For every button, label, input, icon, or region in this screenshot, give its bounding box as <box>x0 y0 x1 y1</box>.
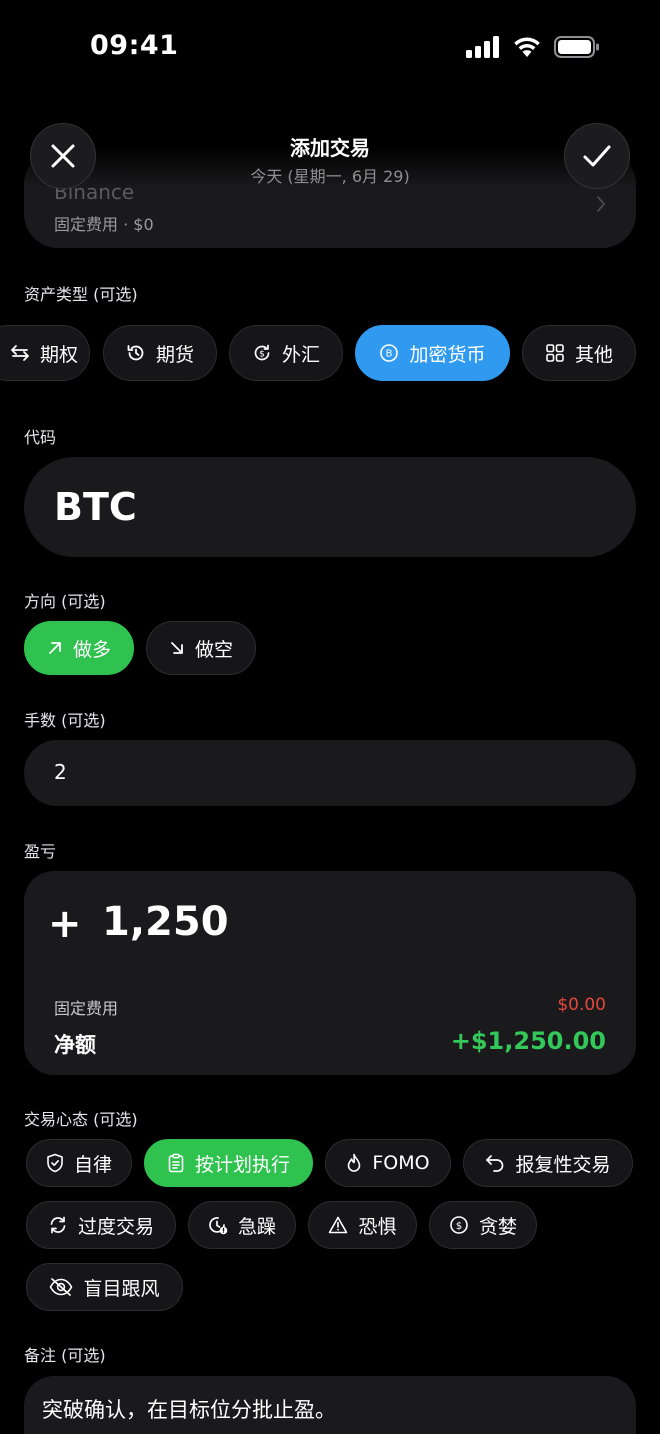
net-value: +$1,250.00 <box>450 1027 606 1055</box>
asset-chip-crypto[interactable]: B 加密货币 <box>355 325 510 381</box>
direction-short-button[interactable]: 做空 <box>146 621 256 675</box>
arrow-up-right-icon <box>49 642 61 654</box>
clipboard-list-icon <box>168 1153 184 1173</box>
asset-chip-forex[interactable]: $ 外汇 <box>229 325 343 381</box>
net-label: 净额 <box>54 1033 96 1057</box>
ticker-input[interactable]: BTC <box>24 457 636 557</box>
battery-icon <box>554 36 599 58</box>
wifi-icon <box>514 37 540 57</box>
emotion-chip-label: 盲目跟风 <box>83 1277 160 1300</box>
emotion-chip-label: 贪婪 <box>478 1215 517 1238</box>
emotion-chip-herd[interactable]: 盲目跟风 <box>26 1263 183 1311</box>
asset-chip-futures[interactable]: 期货 <box>103 325 217 381</box>
undo-arrow-icon <box>486 1155 504 1172</box>
status-time: 09:41 <box>90 30 179 61</box>
nav-header: 添加交易 今天 (星期一, 6月 29) <box>0 132 660 187</box>
asset-chip-label: 其他 <box>574 343 613 366</box>
flame-icon <box>348 1153 361 1172</box>
cellular-signal-icon <box>466 36 499 58</box>
confirm-button[interactable] <box>564 123 630 189</box>
refresh-icon <box>50 1216 66 1234</box>
svg-text:$: $ <box>259 350 265 360</box>
warning-triangle-icon <box>329 1216 348 1234</box>
direction-long-label: 做多 <box>72 638 111 661</box>
emotion-label: 交易心态 (可选) <box>24 1110 138 1129</box>
shield-check-icon <box>47 1153 63 1173</box>
page-subtitle: 今天 (星期一, 6月 29) <box>250 167 410 186</box>
fee-value: $0.00 <box>557 995 606 1015</box>
pnl-card: + 1,250 固定费用 $0.00 净额 +$1,250.00 <box>24 871 636 1075</box>
emotion-chip-label: 恐惧 <box>358 1215 397 1238</box>
emotion-chip-fear[interactable]: 恐惧 <box>308 1201 417 1249</box>
pnl-label: 盈亏 <box>24 842 57 861</box>
emotion-chip-revenge[interactable]: 报复性交易 <box>463 1139 633 1187</box>
swap-arrows-icon <box>11 345 29 361</box>
emotion-chip-label: 报复性交易 <box>515 1153 611 1176</box>
asset-chip-label: 外汇 <box>281 343 320 366</box>
account-fee: 固定费用 · $0 <box>54 215 154 234</box>
page-title: 添加交易 <box>290 136 370 160</box>
asset-chip-other[interactable]: 其他 <box>522 325 636 381</box>
quantity-label: 手数 (可选) <box>24 711 106 730</box>
status-icons <box>466 36 600 58</box>
arrow-down-right-icon <box>171 642 183 654</box>
emotion-chip-label: 按计划执行 <box>194 1153 290 1176</box>
asset-chip-options[interactable]: 期权 <box>0 325 90 381</box>
emotion-chip-greed[interactable]: $ 贪婪 <box>429 1201 537 1249</box>
pnl-amount-input[interactable]: 1,250 <box>102 899 229 945</box>
ticker-value: BTC <box>54 485 137 529</box>
svg-text:B: B <box>386 349 393 360</box>
emotion-chip-label: 急躁 <box>237 1215 276 1238</box>
emotion-chip-label: FOMO <box>372 1152 430 1174</box>
emotion-chip-label: 自律 <box>73 1153 112 1176</box>
asset-chip-label: 期货 <box>155 343 194 366</box>
svg-text:$: $ <box>456 1221 462 1232</box>
asset-chip-label: 加密货币 <box>409 343 486 366</box>
notes-value: 突破确认，在目标位分批止盈。 <box>42 1398 336 1422</box>
direction-long-button[interactable]: 做多 <box>24 621 134 675</box>
emotion-chip-discipline[interactable]: 自律 <box>26 1139 132 1187</box>
emotion-chip-label: 过度交易 <box>77 1215 154 1238</box>
direction-short-label: 做空 <box>194 638 233 661</box>
status-bar: 09:41 <box>0 0 660 96</box>
history-icon <box>127 345 144 361</box>
emotion-chip-impatient[interactable]: 急躁 <box>188 1201 296 1249</box>
eye-off-icon <box>50 1278 73 1296</box>
ticker-label: 代码 <box>24 428 57 447</box>
notes-input[interactable]: 突破确认，在目标位分批止盈。 <box>24 1376 636 1434</box>
asset-type-label: 资产类型 (可选) <box>24 285 138 304</box>
grid-icon <box>546 344 564 362</box>
pnl-sign-toggle[interactable]: + <box>48 901 82 947</box>
direction-label: 方向 (可选) <box>24 592 106 611</box>
quantity-input[interactable]: 2 <box>24 740 636 806</box>
chevron-right-icon <box>597 196 605 212</box>
emotion-chip-follow-plan[interactable]: 按计划执行 <box>144 1139 313 1187</box>
notes-label: 备注 (可选) <box>24 1346 106 1365</box>
checkmark-icon <box>583 145 611 167</box>
emotion-chip-fomo[interactable]: FOMO <box>325 1139 451 1187</box>
asset-chip-label: 期权 <box>39 343 78 366</box>
fee-label: 固定费用 <box>54 999 119 1018</box>
bitcoin-icon: B <box>380 344 399 362</box>
emotion-chip-overtrading[interactable]: 过度交易 <box>26 1201 176 1249</box>
timer-alert-icon <box>209 1217 228 1235</box>
dollar-coin-icon: $ <box>450 1216 468 1234</box>
quantity-value: 2 <box>54 760 67 784</box>
currency-exchange-icon: $ <box>254 344 270 361</box>
